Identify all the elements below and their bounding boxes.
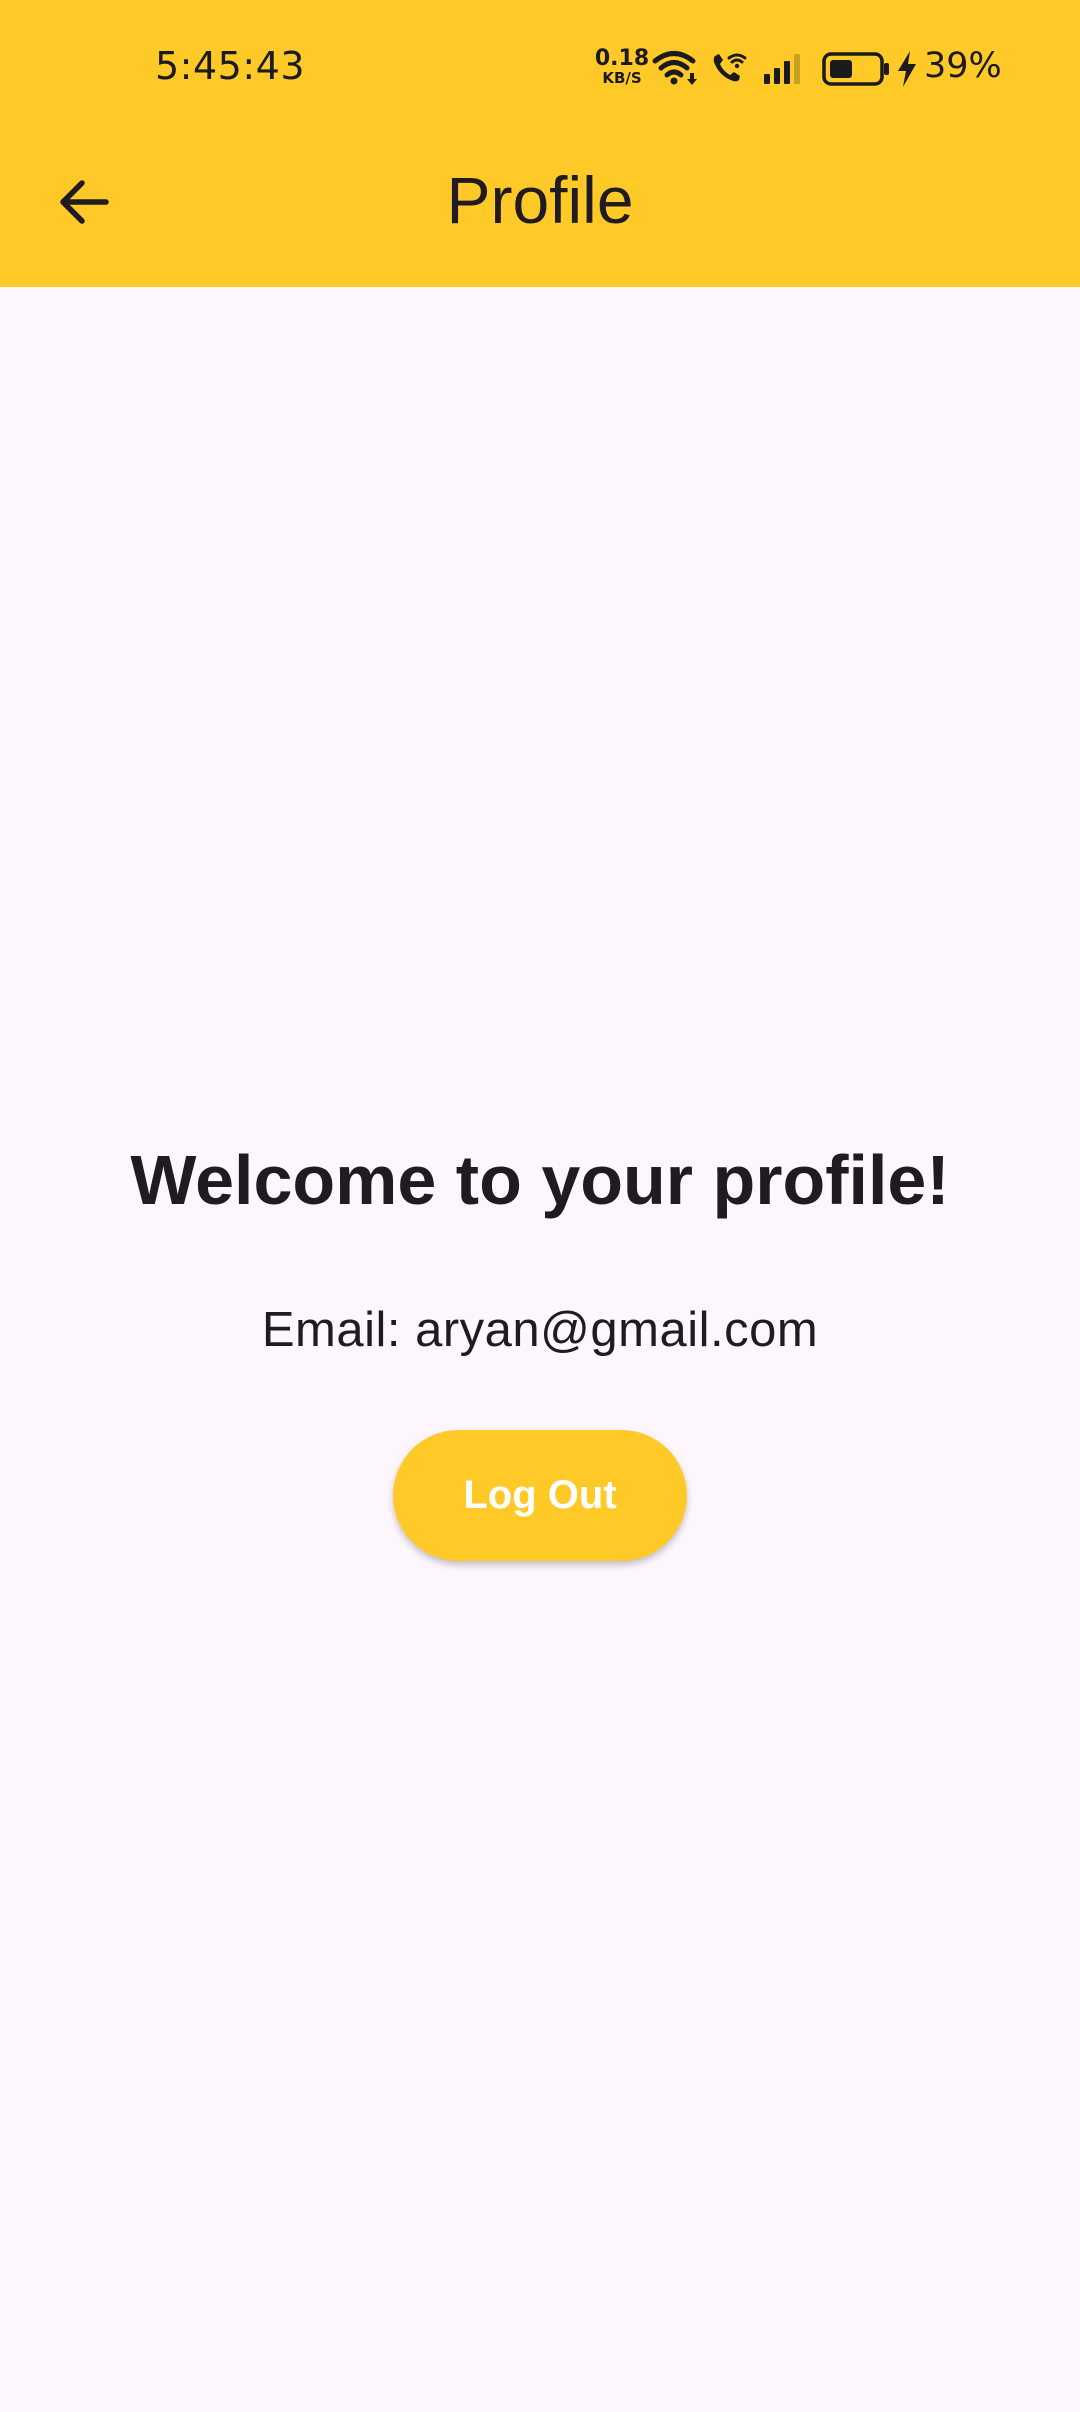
battery-icon (822, 52, 892, 91)
welcome-heading: Welcome to your profile! (130, 1141, 950, 1219)
network-speed-unit: KB/S (602, 69, 642, 87)
logout-button[interactable]: Log Out (393, 1430, 687, 1561)
battery-percent: 39% (924, 46, 1002, 86)
signal-icon (762, 52, 806, 91)
status-time: 5:45:43 (155, 44, 305, 88)
network-speed-value: 0.18 (594, 46, 650, 71)
status-bar: 5:45:43 0.18 KB/S 39% (0, 0, 1080, 140)
network-speed: 0.18 KB/S (594, 48, 650, 86)
page-title: Profile (446, 163, 634, 237)
wifi-icon (652, 48, 700, 93)
charging-bolt-icon (896, 50, 918, 93)
wifi-calling-icon (709, 50, 749, 91)
email-text: Email: aryan@gmail.com (261, 1303, 819, 1357)
